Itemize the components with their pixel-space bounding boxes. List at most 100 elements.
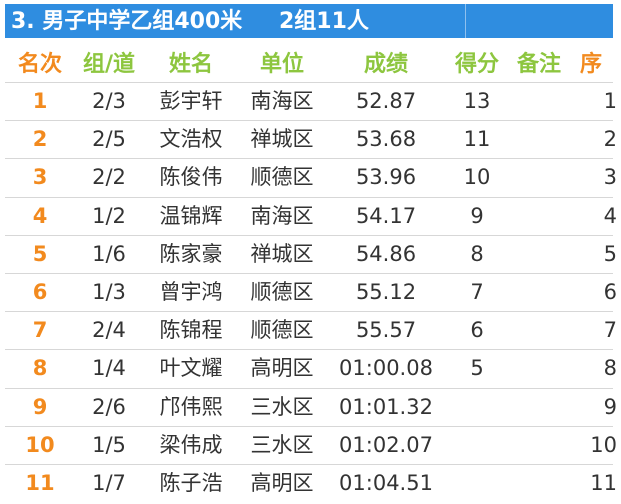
cell-rank: 5 xyxy=(32,242,48,266)
cell-group: 2/3 xyxy=(92,89,126,113)
cell-score: 6 xyxy=(470,318,484,342)
table-row: 5 1/6 陈家豪 禅城区 54.86 8 5 xyxy=(0,235,621,273)
title-divider xyxy=(465,4,466,38)
cell-score xyxy=(446,464,508,502)
cell-group: 1/4 xyxy=(92,356,126,380)
table-row: 9 2/6 邝伟熙 三水区 01:01.32 9 xyxy=(0,388,621,426)
table-row: 11 1/7 陈子浩 高明区 01:04.51 11 xyxy=(0,464,621,502)
cell-note xyxy=(510,197,568,235)
cell-name: 邝伟熙 xyxy=(159,395,223,419)
cell-result: 55.57 xyxy=(355,318,417,342)
cell-seq: 5 xyxy=(603,242,617,266)
cell-unit: 南海区 xyxy=(250,204,314,228)
cell-group: 1/6 xyxy=(92,242,126,266)
cell-note xyxy=(510,158,568,196)
table-row: 6 1/3 曾宇鸿 顺德区 55.12 7 6 xyxy=(0,273,621,311)
table-row: 8 1/4 叶文耀 高明区 01:00.08 5 8 xyxy=(0,349,621,387)
cell-seq: 6 xyxy=(603,280,617,304)
cell-rank: 10 xyxy=(25,433,55,457)
cell-note xyxy=(510,273,568,311)
cell-group: 1/5 xyxy=(92,433,126,457)
cell-group: 2/2 xyxy=(92,165,126,189)
table-header: 名次 组/道 姓名 单位 成绩 得分 备注 序 xyxy=(0,46,621,84)
cell-result: 53.96 xyxy=(355,165,417,189)
cell-note xyxy=(510,349,568,387)
header-name: 姓名 xyxy=(168,52,213,77)
cell-rank: 4 xyxy=(32,204,48,228)
cell-result: 01:01.32 xyxy=(339,395,433,419)
cell-seq: 8 xyxy=(603,356,617,380)
cell-name: 叶文耀 xyxy=(159,356,223,380)
cell-result: 55.12 xyxy=(355,280,417,304)
cell-rank: 9 xyxy=(32,395,48,419)
cell-name: 陈俊伟 xyxy=(159,165,223,189)
cell-rank: 2 xyxy=(32,127,48,151)
cell-result: 54.17 xyxy=(355,204,417,228)
cell-result: 01:02.07 xyxy=(339,433,433,457)
cell-group: 1/7 xyxy=(92,471,126,495)
cell-score: 8 xyxy=(470,242,484,266)
cell-rank: 1 xyxy=(32,89,48,113)
cell-group: 1/2 xyxy=(92,204,126,228)
cell-name: 温锦辉 xyxy=(159,204,223,228)
cell-score: 11 xyxy=(463,127,491,151)
cell-note xyxy=(510,235,568,273)
cell-seq: 4 xyxy=(603,204,617,228)
table-row: 3 2/2 陈俊伟 顺德区 53.96 10 3 xyxy=(0,158,621,196)
cell-seq: 9 xyxy=(603,395,617,419)
header-note: 备注 xyxy=(516,52,561,77)
cell-seq: 2 xyxy=(603,127,617,151)
cell-unit: 顺德区 xyxy=(250,318,314,342)
cell-result: 54.86 xyxy=(355,242,417,266)
cell-score: 10 xyxy=(463,165,491,189)
header-result: 成绩 xyxy=(363,52,408,77)
cell-name: 陈锦程 xyxy=(159,318,223,342)
cell-score xyxy=(446,426,508,464)
cell-name: 文浩权 xyxy=(159,127,223,151)
cell-note xyxy=(510,388,568,426)
cell-seq: 11 xyxy=(590,471,617,495)
cell-name: 彭宇轩 xyxy=(159,89,223,113)
page-subtitle: 2组11人 xyxy=(279,9,369,34)
cell-score xyxy=(446,388,508,426)
cell-result: 53.68 xyxy=(355,127,417,151)
cell-name: 梁伟成 xyxy=(159,433,223,457)
cell-rank: 11 xyxy=(25,471,55,495)
cell-rank: 6 xyxy=(32,280,48,304)
cell-rank: 7 xyxy=(32,318,48,342)
header-unit: 单位 xyxy=(259,52,304,77)
table-row: 2 2/5 文浩权 禅城区 53.68 11 2 xyxy=(0,120,621,158)
cell-unit: 三水区 xyxy=(250,433,314,457)
cell-note xyxy=(510,464,568,502)
cell-group: 2/4 xyxy=(92,318,126,342)
cell-group: 2/6 xyxy=(92,395,126,419)
cell-unit: 顺德区 xyxy=(250,280,314,304)
cell-unit: 南海区 xyxy=(250,89,314,113)
table-row: 1 2/3 彭宇轩 南海区 52.87 13 1 xyxy=(0,82,621,120)
cell-seq: 3 xyxy=(603,165,617,189)
header-score: 得分 xyxy=(454,52,499,77)
cell-unit: 禅城区 xyxy=(250,242,314,266)
cell-note xyxy=(510,120,568,158)
header-seq: 序 xyxy=(579,52,602,77)
table-row: 7 2/4 陈锦程 顺德区 55.57 6 7 xyxy=(0,311,621,349)
cell-score: 7 xyxy=(470,280,484,304)
header-rank: 名次 xyxy=(17,52,62,77)
cell-unit: 禅城区 xyxy=(250,127,314,151)
cell-note xyxy=(510,82,568,120)
cell-unit: 三水区 xyxy=(250,395,314,419)
cell-score: 9 xyxy=(470,204,484,228)
header-group: 组/道 xyxy=(82,52,136,77)
cell-group: 2/5 xyxy=(92,127,126,151)
table-row: 10 1/5 梁伟成 三水区 01:02.07 10 xyxy=(0,426,621,464)
cell-name: 陈子浩 xyxy=(159,471,223,495)
cell-name: 曾宇鸿 xyxy=(159,280,223,304)
cell-score: 5 xyxy=(470,356,484,380)
cell-seq: 1 xyxy=(603,89,617,113)
cell-rank: 8 xyxy=(32,356,48,380)
cell-unit: 高明区 xyxy=(250,356,314,380)
cell-score: 13 xyxy=(463,89,491,113)
page-title: 3. 男子中学乙组400米 xyxy=(11,9,243,34)
cell-group: 1/3 xyxy=(92,280,126,304)
cell-unit: 高明区 xyxy=(250,471,314,495)
